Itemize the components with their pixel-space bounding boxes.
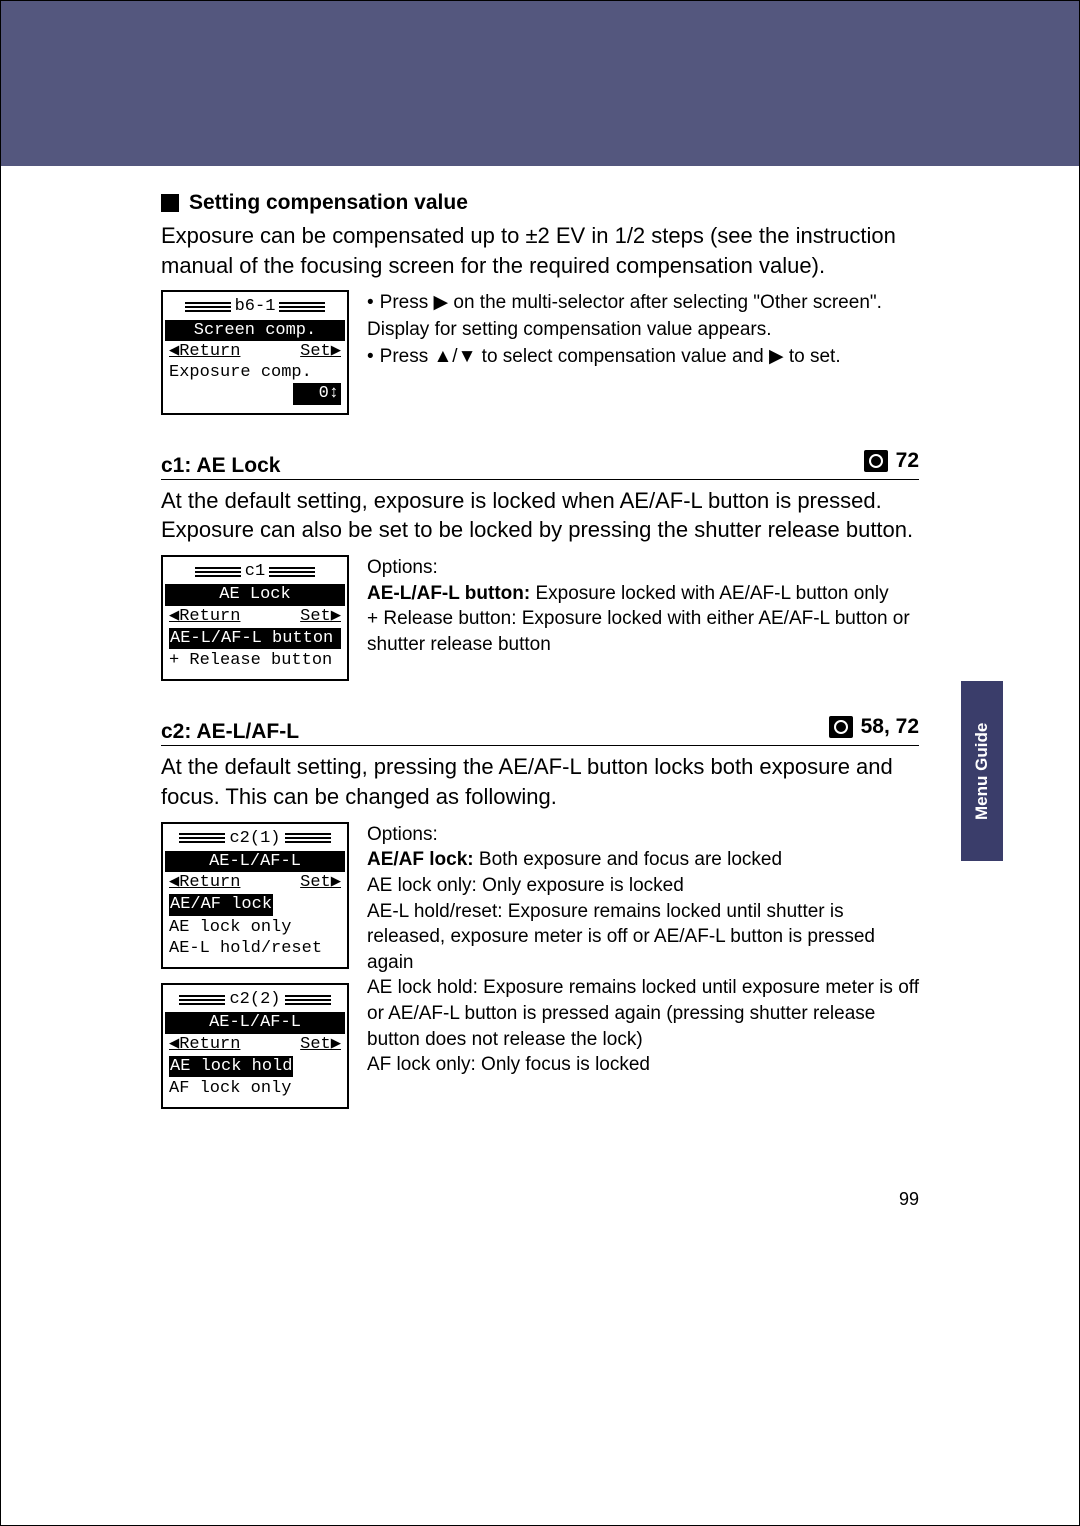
section3-intro: At the default setting, pressing the AE/… <box>161 752 919 811</box>
lcd-return: ◀Return <box>169 1034 240 1055</box>
lcd-screen-c1: c1 AE Lock ◀Return Set▶ AE-L/AF-L button… <box>161 555 349 681</box>
lcd-row: AE-L hold/reset <box>169 938 341 959</box>
menu-bars-icon <box>285 993 331 1007</box>
option-bold: AE-L/AF-L button: <box>367 583 530 604</box>
lcd-row: AF lock only <box>169 1078 341 1099</box>
lcd-set: Set▶ <box>300 1034 341 1055</box>
option-line: AF lock only: Only focus is locked <box>367 1052 919 1078</box>
lcd-return: ◀Return <box>169 606 240 627</box>
bullet-line: •Press ▲/▼ to select compensation value … <box>367 344 919 371</box>
option-rest: Exposure locked with AE/AF-L button only <box>530 583 888 604</box>
lcd-value-box: 0↕ <box>293 383 341 404</box>
lcd-screen-c2-2: c2(2) AE-L/AF-L ◀Return Set▶ AE lock hol… <box>161 983 349 1109</box>
camera-icon <box>829 716 853 738</box>
top-band <box>1 1 1079 166</box>
option-line: AE-L/AF-L button: Exposure locked with A… <box>367 581 919 607</box>
options-label: Options: <box>367 555 919 581</box>
menu-bars-icon <box>179 831 225 845</box>
options-label: Options: <box>367 822 919 848</box>
lcd-band: AE-L/AF-L <box>165 1012 345 1033</box>
page-number: 99 <box>899 1189 919 1210</box>
lcd-return: ◀Return <box>169 341 240 362</box>
lcd-title: c1 <box>245 561 265 582</box>
lcd-row: + Release button <box>169 650 341 671</box>
lcd-set: Set▶ <box>300 606 341 627</box>
text: Press ▲/▼ to select compensation value a… <box>380 346 841 367</box>
lcd-highlight: AE-L/AF-L button <box>169 628 341 649</box>
menu-bars-icon <box>285 831 331 845</box>
menu-bars-icon <box>269 565 315 579</box>
lcd-return: ◀Return <box>169 872 240 893</box>
lcd-row: AE lock only <box>169 917 341 938</box>
camera-icon <box>864 450 888 472</box>
lcd-title: c2(1) <box>229 828 280 849</box>
section2-intro: At the default setting, exposure is lock… <box>161 486 919 545</box>
lcd-screen-b6-1: b6-1 Screen comp. ◀Return Set▶ Exposure … <box>161 290 349 414</box>
option-line: AE lock hold: Exposure remains locked un… <box>367 975 919 1052</box>
lcd-title: b6-1 <box>235 296 276 317</box>
square-bullet-icon <box>161 194 179 212</box>
menu-bars-icon <box>279 300 325 314</box>
menu-bars-icon <box>185 300 231 314</box>
lcd-highlight: AE lock hold <box>169 1056 293 1077</box>
menu-bars-icon <box>195 565 241 579</box>
lcd-band: AE Lock <box>165 584 345 605</box>
lcd-screen-c2-1: c2(1) AE-L/AF-L ◀Return Set▶ AE/AF lock … <box>161 822 349 970</box>
section2-heading: c1: AE Lock <box>161 454 280 478</box>
bullet-line: •Press ▶ on the multi-selector after sel… <box>367 290 919 343</box>
option-rest: Both exposure and focus are locked <box>474 849 782 870</box>
lcd-set: Set▶ <box>300 872 341 893</box>
lcd-row: Exposure comp. <box>169 362 341 383</box>
text: Press ▶ on the multi-selector after sele… <box>367 292 882 340</box>
section2-page-ref: 72 <box>896 449 919 473</box>
lcd-highlight: AE/AF lock <box>169 894 273 915</box>
lcd-band: Screen comp. <box>165 320 345 341</box>
option-line: + Release button: Exposure locked with e… <box>367 606 919 657</box>
option-line: AE/AF lock: Both exposure and focus are … <box>367 847 919 873</box>
section1-intro: Exposure can be compensated up to ±2 EV … <box>161 221 919 280</box>
option-line: AE lock only: Only exposure is locked <box>367 873 919 899</box>
lcd-set: Set▶ <box>300 341 341 362</box>
lcd-band: AE-L/AF-L <box>165 851 345 872</box>
option-bold: AE/AF lock: <box>367 849 474 870</box>
option-line: AE-L hold/reset: Exposure remains locked… <box>367 899 919 976</box>
section3-heading: c2: AE-L/AF-L <box>161 720 299 744</box>
menu-bars-icon <box>179 993 225 1007</box>
section3-page-ref: 58, 72 <box>861 715 919 739</box>
lcd-title: c2(2) <box>229 989 280 1010</box>
side-tab-menu-guide: Menu Guide <box>961 681 1003 861</box>
section1-title: Setting compensation value <box>189 191 468 215</box>
